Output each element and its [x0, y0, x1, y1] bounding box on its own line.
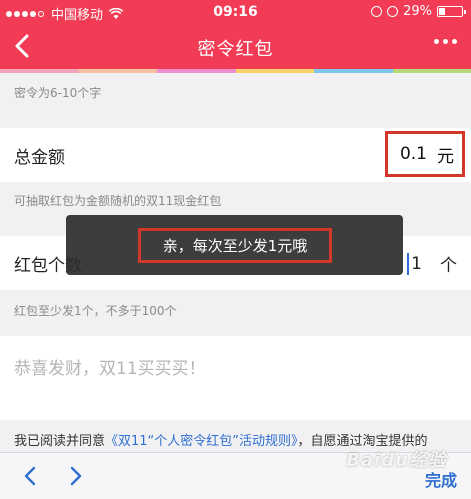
- battery-fill: [439, 8, 445, 15]
- nav-bar: 密令红包: [0, 24, 471, 69]
- chevron-right-icon[interactable]: [66, 465, 86, 487]
- count-value: 1: [411, 253, 422, 274]
- text-cursor: [407, 252, 410, 275]
- password-hint: 密令为6-10个字: [14, 86, 102, 100]
- watermark: Baidu经验: [346, 450, 447, 471]
- decorative-color-strip: [0, 69, 471, 73]
- greeting-row: 恭喜发财，双11买买买！: [0, 336, 471, 420]
- total-amount-unit: 元: [437, 146, 454, 167]
- count-hint: 红包至少发1个，不多于100个: [14, 304, 177, 318]
- battery-percent: 29%: [403, 4, 432, 19]
- agreement-prefix: 我已阅读并同意: [14, 434, 106, 449]
- agreement-rules-link[interactable]: 《双11“个人密令红包”活动规则》: [105, 434, 298, 449]
- total-amount-label: 总金额: [14, 148, 65, 168]
- toast-message: 亲，每次至少发1元哦: [138, 228, 332, 263]
- lock-rotation-icon: [371, 6, 383, 17]
- total-amount-field[interactable]: 0.1 元: [385, 131, 465, 177]
- greeting-input[interactable]: 恭喜发财，双11买买买！: [14, 354, 206, 379]
- count-field[interactable]: 1 个: [407, 251, 457, 276]
- status-bar: 中国移动 09:16 29%: [0, 0, 471, 24]
- status-right: 29%: [371, 4, 466, 19]
- battery-icon: [437, 6, 466, 17]
- total-amount-row: 总金额 0.1 元: [0, 128, 471, 182]
- page-title: 密令红包: [197, 39, 274, 60]
- total-amount-value: 0.1: [399, 144, 427, 164]
- toast: 亲，每次至少发1元哦: [66, 215, 403, 275]
- alarm-icon: [387, 6, 399, 17]
- count-unit: 个: [440, 256, 457, 276]
- chevron-left-icon[interactable]: [20, 465, 40, 487]
- amount-hint: 可抽取红包为金额随机的双11现金红包: [14, 194, 222, 208]
- more-dots-icon[interactable]: [434, 39, 457, 44]
